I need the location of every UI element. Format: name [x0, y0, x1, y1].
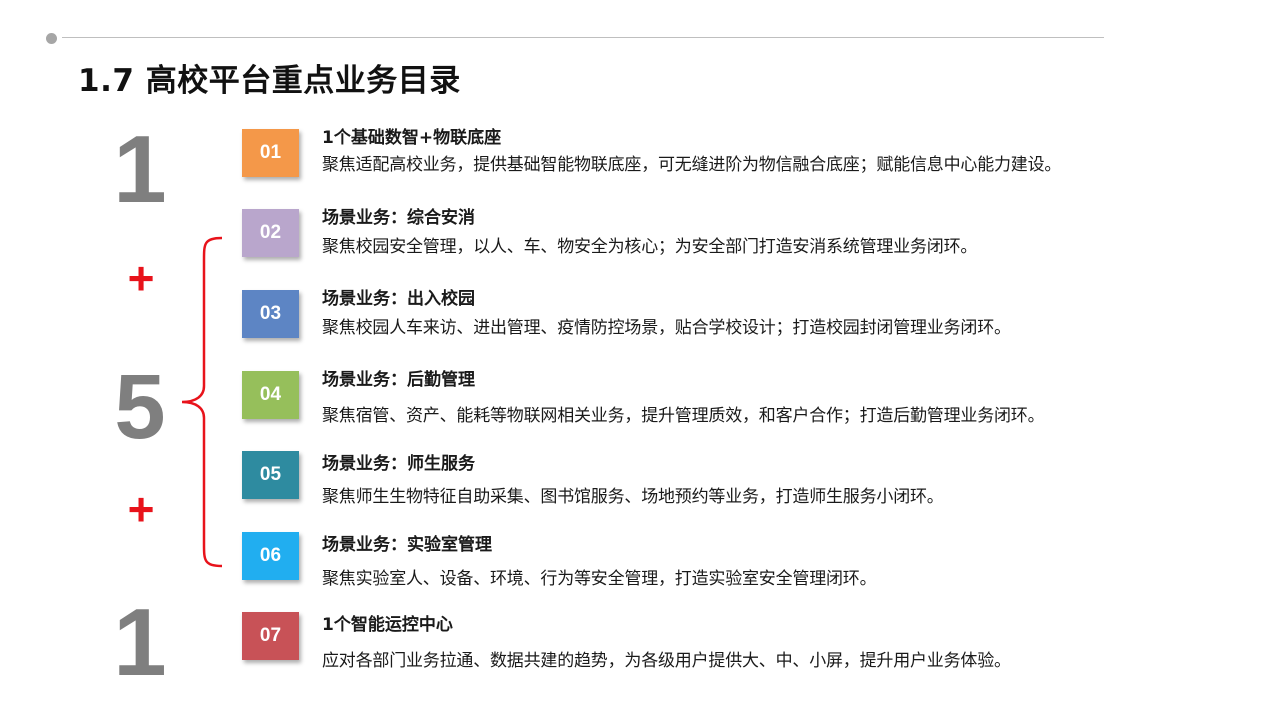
item-number-badge: 05: [242, 451, 299, 499]
header-rule: [62, 37, 1104, 38]
list-item: 07 1个智能运控中心 应对各部门业务拉通、数据共建的趋势，为各级用户提供大、中…: [242, 604, 1202, 674]
formula-top-one: 1: [113, 116, 167, 223]
item-title: 场景业务：综合安消: [322, 208, 475, 228]
list-item: 03 场景业务：出入校园 聚焦校园人车来访、进出管理、疫情防控场景，贴合学校设计…: [242, 282, 1202, 352]
item-description: 聚焦校园人车来访、进出管理、疫情防控场景，贴合学校设计；打造校园封闭管理业务闭环…: [322, 318, 1011, 338]
list-item: 01 1个基础数智+物联底座 聚焦适配高校业务，提供基础智能物联底座，可无缝进阶…: [242, 121, 1202, 191]
item-description: 应对各部门业务拉通、数据共建的趋势，为各级用户提供大、中、小屏，提升用户业务体验…: [322, 651, 1011, 671]
item-description: 聚焦校园安全管理，以人、车、物安全为核心；为安全部门打造安消系统管理业务闭环。: [322, 237, 978, 257]
item-number-badge: 03: [242, 290, 299, 338]
formula-bottom-one: 1: [113, 589, 167, 696]
item-description: 聚焦实验室人、设备、环境、行为等安全管理，打造实验室安全管理闭环。: [322, 569, 877, 589]
formula-plus-bottom: +: [127, 483, 155, 535]
item-title: 场景业务：后勤管理: [322, 370, 475, 390]
item-number-badge: 07: [242, 612, 299, 660]
item-title: 1个基础数智+物联底座: [322, 128, 502, 148]
item-title: 场景业务：师生服务: [322, 454, 475, 474]
formula-middle-five: 5: [114, 356, 166, 458]
curly-brace: [181, 236, 223, 568]
item-description: 聚焦适配高校业务，提供基础智能物联底座，可无缝进阶为物信融合底座；赋能信息中心能…: [322, 155, 1062, 175]
item-description: 聚焦师生生物特征自助采集、图书馆服务、场地预约等业务，打造师生服务小闭环。: [322, 487, 944, 507]
item-description: 聚焦宿管、资产、能耗等物联网相关业务，提升管理质效，和客户合作；打造后勤管理业务…: [322, 406, 1045, 426]
list-item: 04 场景业务：后勤管理 聚焦宿管、资产、能耗等物联网相关业务，提升管理质效，和…: [242, 363, 1202, 433]
item-title: 1个智能运控中心: [322, 615, 453, 635]
item-number-badge: 04: [242, 371, 299, 419]
list-item: 02 场景业务：综合安消 聚焦校园安全管理，以人、车、物安全为核心；为安全部门打…: [242, 201, 1202, 271]
item-number-badge: 01: [242, 129, 299, 177]
list-item: 06 场景业务：实验室管理 聚焦实验室人、设备、环境、行为等安全管理，打造实验室…: [242, 524, 1202, 594]
page-title: 1.7 高校平台重点业务目录: [78, 63, 461, 99]
item-title: 场景业务：实验室管理: [322, 535, 492, 555]
list-item: 05 场景业务：师生服务 聚焦师生生物特征自助采集、图书馆服务、场地预约等业务，…: [242, 443, 1202, 513]
item-number-badge: 02: [242, 209, 299, 257]
item-title: 场景业务：出入校园: [322, 289, 475, 309]
formula-plus-top: +: [127, 252, 155, 304]
item-number-badge: 06: [242, 532, 299, 580]
header-dot: [46, 33, 57, 44]
